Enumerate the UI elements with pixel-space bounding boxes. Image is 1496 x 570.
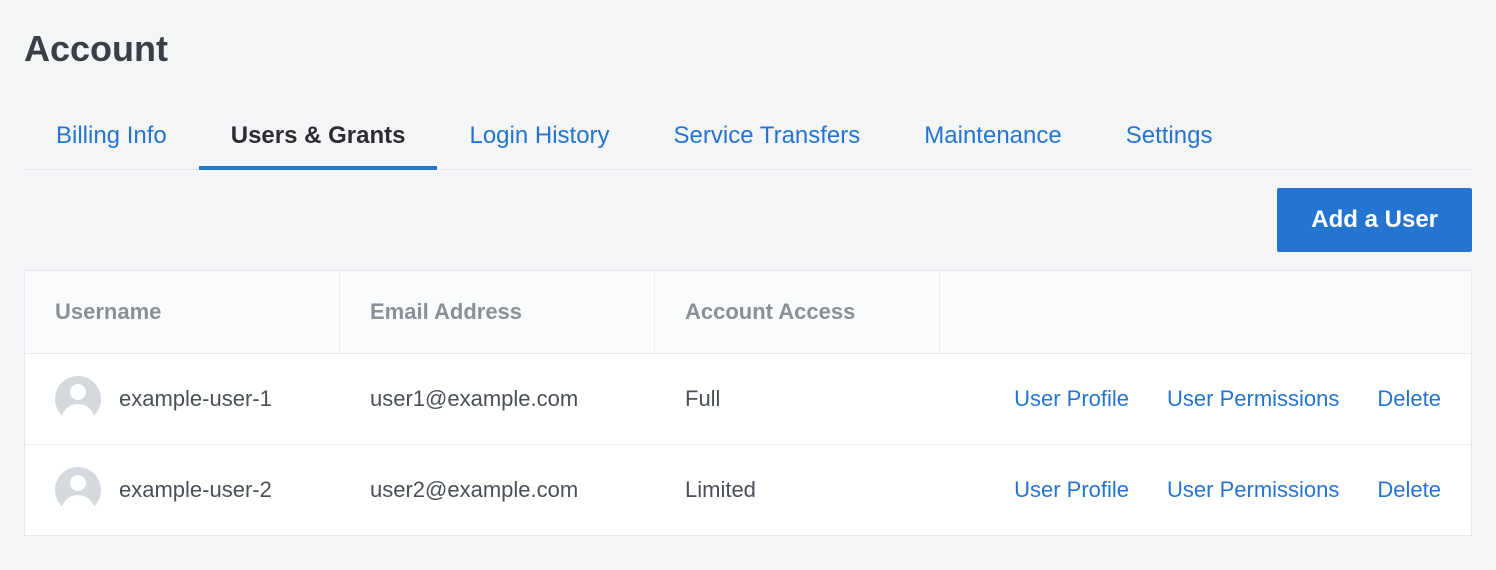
user-permissions-link[interactable]: User Permissions xyxy=(1167,477,1339,503)
table-header: Username Email Address Account Access xyxy=(25,271,1471,354)
delete-link[interactable]: Delete xyxy=(1377,477,1441,503)
tab-maintenance[interactable]: Maintenance xyxy=(892,110,1093,170)
cell-email: user2@example.com xyxy=(340,455,655,525)
avatar-icon xyxy=(55,376,101,422)
tab-login-history[interactable]: Login History xyxy=(437,110,641,170)
tab-settings[interactable]: Settings xyxy=(1094,110,1245,170)
table-row: example-user-1 user1@example.com Full Us… xyxy=(25,354,1471,445)
add-user-button[interactable]: Add a User xyxy=(1277,188,1472,252)
tabs: Billing Info Users & Grants Login Histor… xyxy=(24,110,1472,170)
col-access: Account Access xyxy=(655,271,940,353)
user-permissions-link[interactable]: User Permissions xyxy=(1167,386,1339,412)
cell-access: Full xyxy=(655,364,940,434)
cell-actions: User Profile User Permissions Delete xyxy=(940,455,1471,525)
avatar-icon xyxy=(55,467,101,513)
table-row: example-user-2 user2@example.com Limited… xyxy=(25,445,1471,535)
page-title: Account xyxy=(24,28,1472,70)
delete-link[interactable]: Delete xyxy=(1377,386,1441,412)
cell-email: user1@example.com xyxy=(340,364,655,434)
col-username: Username xyxy=(25,271,340,353)
tab-service-transfers[interactable]: Service Transfers xyxy=(642,110,893,170)
tab-users-grants[interactable]: Users & Grants xyxy=(199,110,438,170)
cell-username: example-user-2 xyxy=(25,445,340,535)
cell-access: Limited xyxy=(655,455,940,525)
col-email: Email Address xyxy=(340,271,655,353)
cell-username: example-user-1 xyxy=(25,354,340,444)
toolbar: Add a User xyxy=(24,170,1472,270)
user-profile-link[interactable]: User Profile xyxy=(1014,386,1129,412)
username-text: example-user-1 xyxy=(119,386,272,412)
cell-actions: User Profile User Permissions Delete xyxy=(940,364,1471,434)
tab-billing-info[interactable]: Billing Info xyxy=(24,110,199,170)
users-table: Username Email Address Account Access ex… xyxy=(24,270,1472,536)
username-text: example-user-2 xyxy=(119,477,272,503)
user-profile-link[interactable]: User Profile xyxy=(1014,477,1129,503)
col-actions xyxy=(940,284,1471,340)
